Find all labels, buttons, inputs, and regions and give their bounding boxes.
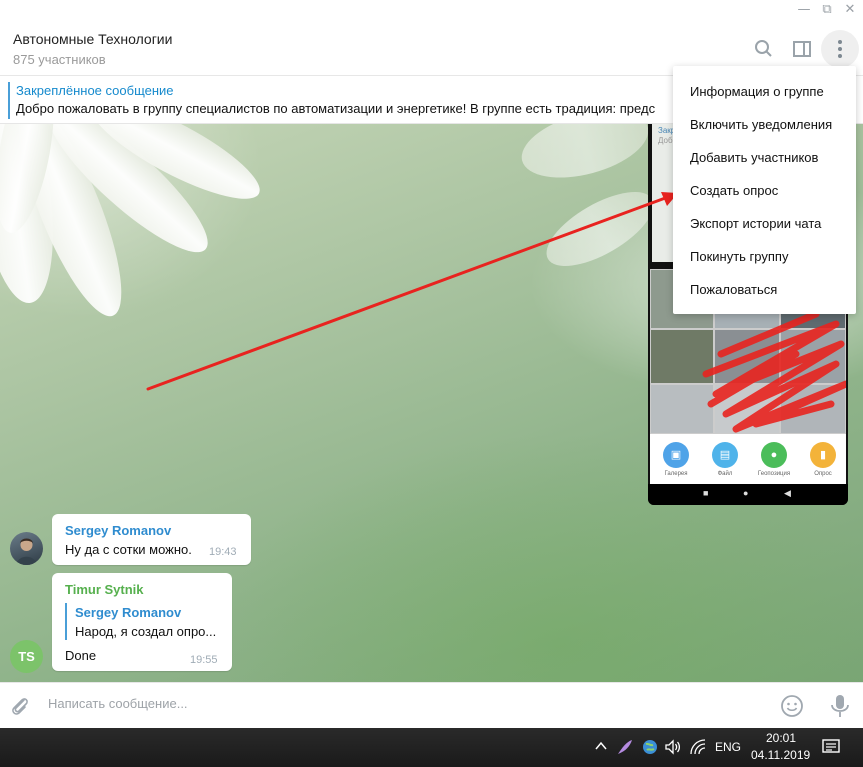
clock-date[interactable]: 04.11.2019 [751, 748, 810, 762]
window-titlebar: — ⧉ ✕ [0, 0, 863, 22]
sidebar-toggle-icon[interactable] [789, 36, 815, 62]
phone-attach-bar: ▣ Галерея ▤ Файл ● Геопозиция ▮ Опрос [650, 434, 846, 484]
poll-icon: ▮ [810, 442, 836, 468]
menu-item-group-info[interactable]: Информация о группе [673, 75, 856, 108]
menu-item-enable-notifications[interactable]: Включить уведомления [673, 108, 856, 141]
petal-decoration [514, 124, 656, 190]
reply-bar [65, 603, 67, 640]
message-author[interactable]: Sergey Romanov [65, 523, 171, 538]
petal-decoration [535, 177, 665, 281]
microphone-icon[interactable] [828, 693, 852, 719]
message-text: Ну да с сотки можно. [65, 542, 192, 557]
location-icon: ● [761, 442, 787, 468]
menu-item-create-poll[interactable]: Создать опрос [673, 174, 856, 207]
chat-title[interactable]: Автономные Технологии [13, 31, 172, 47]
globe-icon[interactable] [641, 738, 659, 759]
member-count: 875 участников [13, 52, 106, 67]
tray-chevron-icon[interactable] [594, 739, 608, 756]
search-icon[interactable] [751, 36, 777, 62]
phone-nav-bar: ■ ● ◀ [648, 484, 848, 505]
clock-time[interactable]: 20:01 [766, 731, 796, 745]
message-text: Done [65, 648, 97, 663]
menu-item-report[interactable]: Пожаловаться [673, 273, 856, 306]
attach-icon[interactable] [8, 694, 32, 718]
more-vertical-icon [838, 40, 842, 58]
menu-item-add-members[interactable]: Добавить участников [673, 141, 856, 174]
wifi-icon[interactable] [689, 738, 707, 759]
message-author[interactable]: Timur Sytnik [65, 582, 144, 597]
group-menu: Информация о группе Включить уведомления… [673, 66, 856, 314]
gallery-icon: ▣ [663, 442, 689, 468]
message-input[interactable]: Написать сообщение... [48, 696, 188, 711]
pinned-bar [8, 82, 10, 119]
phone-app-label: Опрос [814, 471, 832, 477]
language-indicator[interactable]: ENG [715, 740, 741, 754]
phone-app-label: Файл [717, 471, 733, 477]
maximize-button[interactable]: ⧉ [820, 3, 834, 17]
taskbar: ENG 20:01 04.11.2019 [0, 728, 863, 767]
more-menu-button[interactable] [821, 30, 859, 68]
phone-nav-back: ◀ [784, 488, 791, 498]
menu-item-leave-group[interactable]: Покинуть группу [673, 240, 856, 273]
close-button[interactable]: ✕ [843, 3, 857, 17]
minimize-button[interactable]: — [797, 3, 811, 17]
red-scribble [702, 314, 846, 433]
feather-icon[interactable] [616, 738, 634, 759]
avatar[interactable]: TS [10, 640, 43, 673]
phone-app-label: Галерея [664, 471, 688, 477]
message-time: 19:55 [190, 654, 218, 666]
phone-nav-home: ● [743, 488, 749, 498]
pinned-title: Закреплённое сообщение [16, 83, 174, 98]
notifications-icon[interactable] [822, 739, 840, 758]
emoji-icon[interactable] [780, 694, 804, 718]
menu-item-export-history[interactable]: Экспорт истории чата [673, 207, 856, 240]
avatar[interactable] [10, 532, 43, 565]
message-composer: Написать сообщение... [0, 682, 863, 728]
message-time: 19:43 [209, 546, 237, 558]
message-bubble[interactable]: Timur Sytnik Sergey Romanov Народ, я соз… [52, 573, 232, 671]
pinned-text: Добро пожаловать в группу специалистов п… [16, 101, 656, 116]
reply-author[interactable]: Sergey Romanov [75, 605, 181, 620]
message-bubble[interactable]: Sergey Romanov Ну да с сотки можно. 19:4… [52, 514, 251, 565]
phone-nav-square: ■ [703, 488, 709, 498]
volume-icon[interactable] [664, 738, 682, 759]
reply-text[interactable]: Народ, я создал опро... [75, 624, 216, 639]
file-icon: ▤ [712, 442, 738, 468]
phone-app-label: Геопозиция [757, 471, 791, 477]
